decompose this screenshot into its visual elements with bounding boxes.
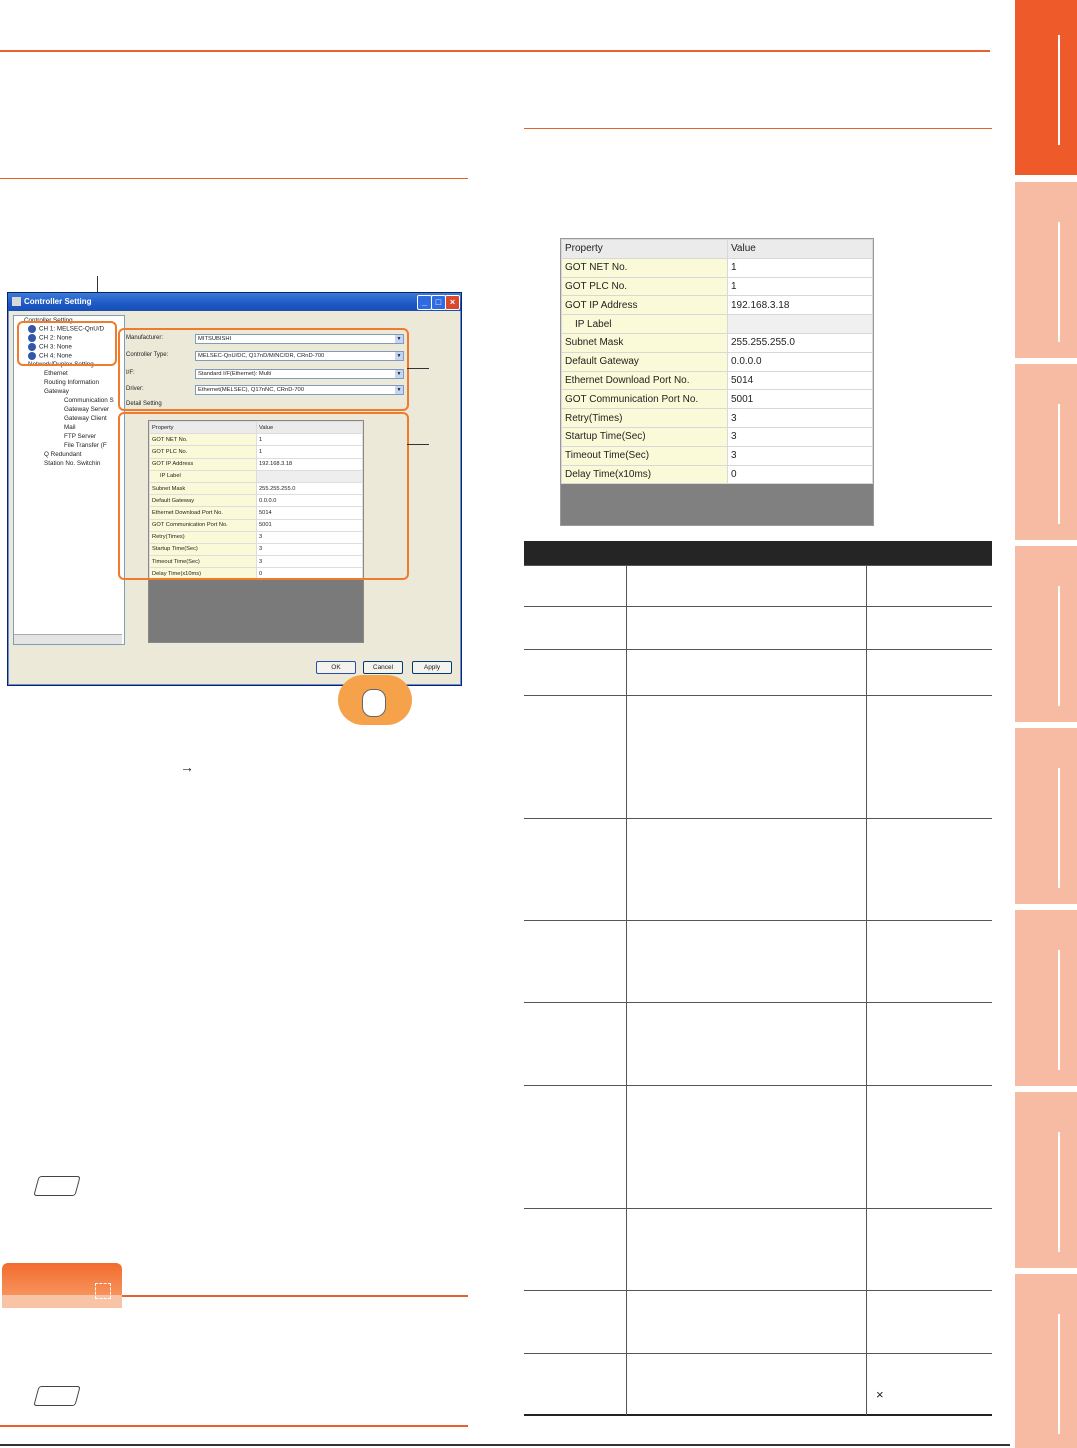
tree-item[interactable]: Communication S — [64, 397, 114, 404]
close-icon[interactable]: × — [445, 295, 460, 310]
mouse-click-icon — [338, 675, 412, 725]
table-row-line — [524, 1085, 992, 1086]
point-badge — [2, 1263, 122, 1308]
tree-item[interactable]: File Transfer (F — [64, 442, 107, 449]
maximize-icon[interactable]: □ — [431, 295, 446, 310]
dialog-titlebar: Controller Setting _ □ × — [8, 293, 461, 311]
table-row-line — [524, 920, 992, 921]
point-rule — [122, 1295, 468, 1297]
chapter-tab-7[interactable] — [1015, 1092, 1077, 1268]
table-row-line — [524, 695, 992, 696]
left-section-rule — [0, 178, 468, 179]
chapter-tab-8[interactable] — [1015, 1274, 1077, 1448]
not-supported-mark: × — [876, 1387, 884, 1402]
channel-highlight — [17, 321, 117, 366]
tree-item[interactable]: FTP Server — [64, 433, 96, 440]
reference-icon — [33, 1176, 81, 1196]
arrow-icon: → — [180, 759, 194, 775]
tree-item[interactable]: Q Redundant — [44, 451, 81, 458]
dialog-icon — [12, 297, 21, 306]
tree-item[interactable]: Gateway Server — [64, 406, 109, 413]
tree-scrollbar[interactable] — [14, 634, 122, 644]
table-row-line — [524, 649, 992, 650]
reference-icon — [33, 1386, 81, 1406]
tree-item[interactable]: Routing Information — [44, 379, 99, 386]
table-col-line — [626, 565, 627, 1415]
tree-item[interactable]: Mail — [64, 424, 76, 431]
table-row-line — [524, 818, 992, 819]
focus-icon — [95, 1283, 111, 1299]
table-row-line — [524, 1208, 992, 1209]
table-row-line — [524, 1002, 992, 1003]
table-row-line — [524, 1353, 992, 1354]
right-section-rule — [524, 128, 992, 129]
apply-button[interactable]: Apply — [412, 661, 452, 674]
chapter-tab-1[interactable] — [1015, 0, 1077, 175]
chapter-tab-2[interactable] — [1015, 182, 1077, 358]
driver-highlight — [118, 328, 409, 411]
chapter-tab-5[interactable] — [1015, 728, 1077, 904]
chapter-tab-4[interactable] — [1015, 546, 1077, 722]
table-row-line — [524, 1290, 992, 1291]
chapter-tab-3[interactable] — [1015, 364, 1077, 540]
tree-item[interactable]: Gateway Client — [64, 415, 107, 422]
dialog-title: Controller Setting — [24, 297, 92, 306]
top-rule — [0, 50, 990, 52]
callout-line — [407, 444, 429, 445]
table-row-line — [524, 606, 992, 607]
ok-button[interactable]: OK — [316, 661, 356, 674]
bottom-left-rule — [0, 1425, 468, 1427]
table-bottom-line — [524, 1414, 992, 1416]
chapter-tab-6[interactable] — [1015, 910, 1077, 1086]
page-bottom-rule — [0, 1444, 1010, 1446]
tree-item[interactable]: Gateway — [44, 388, 69, 395]
callout-line — [407, 368, 429, 369]
tree-item[interactable]: Station No. Switchin — [44, 460, 100, 467]
detail-highlight — [118, 412, 409, 580]
cancel-button[interactable]: Cancel — [363, 661, 403, 674]
property-grid: Property Value GOT NET No. 1 GOT PLC No. 1 … — [560, 238, 874, 526]
tree-item[interactable]: Ethernet — [44, 370, 68, 377]
table-header — [524, 541, 992, 565]
table-col-line — [866, 565, 867, 1415]
table-row-line — [524, 565, 992, 566]
minimize-icon[interactable]: _ — [417, 295, 432, 310]
